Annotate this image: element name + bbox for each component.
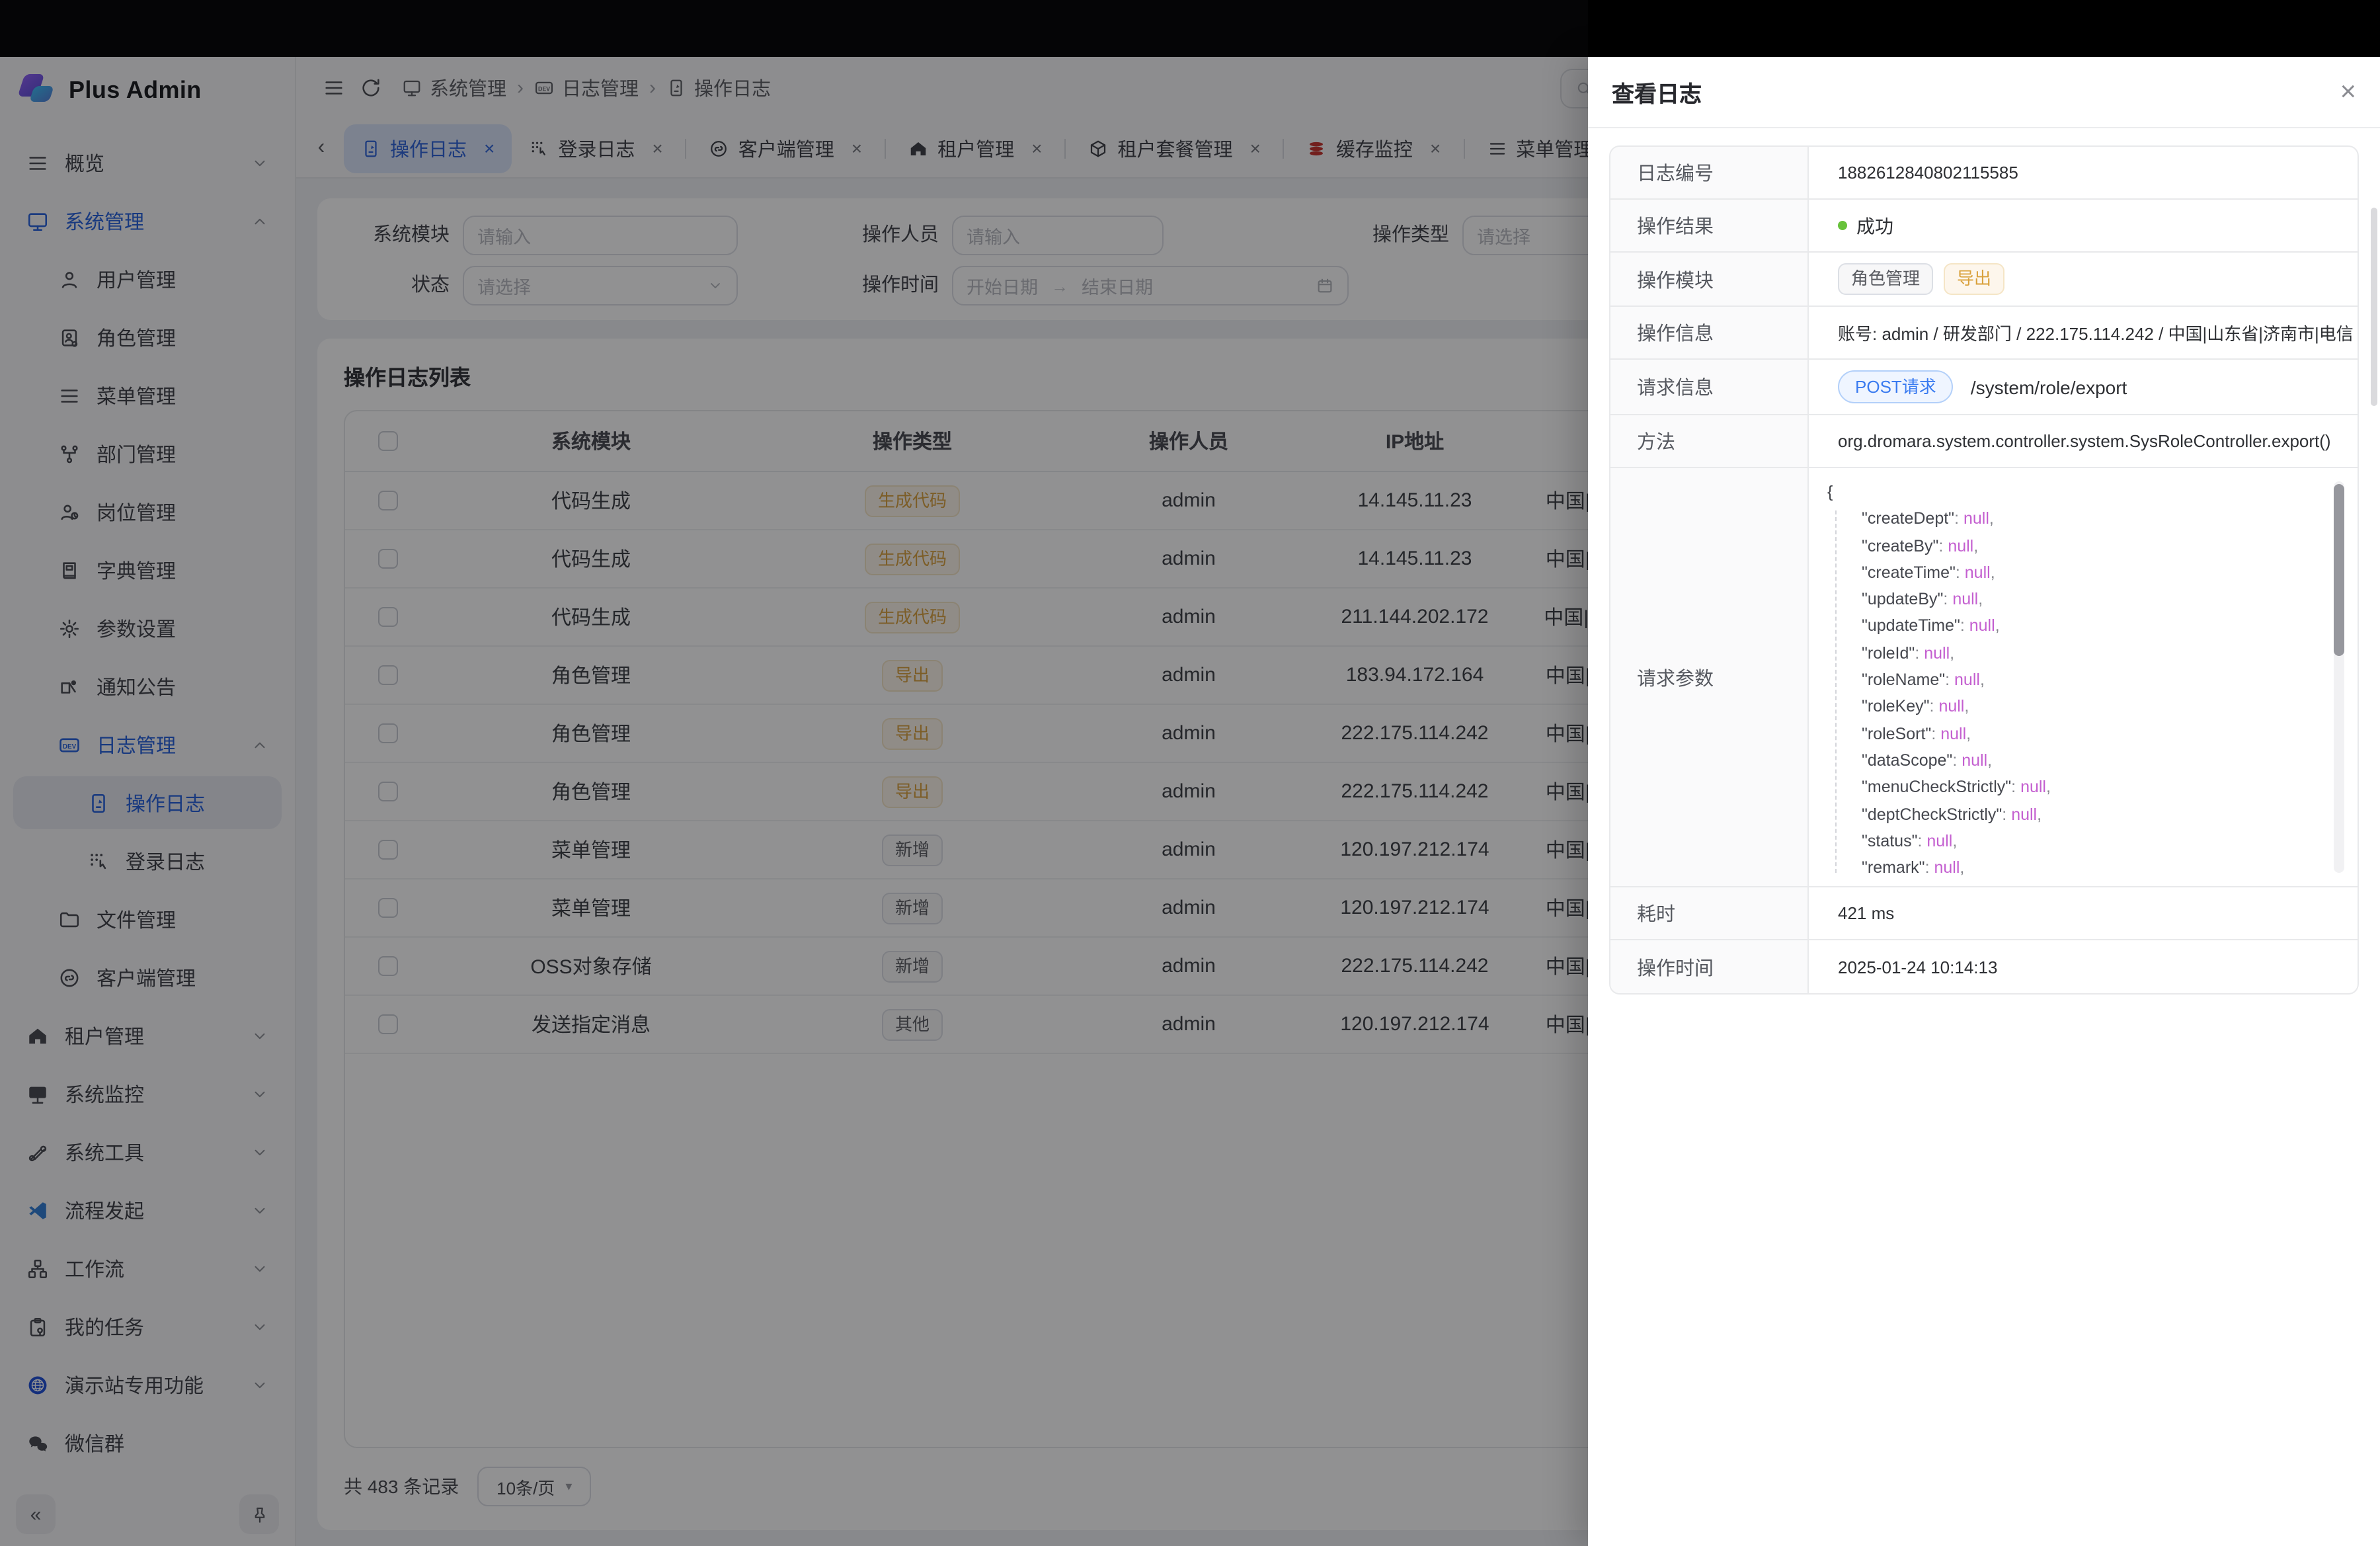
drawer-scrollbar[interactable] — [2371, 208, 2377, 406]
code-line: "dataScope": null, — [1827, 747, 2347, 774]
detail-row-日志编号: 日志编号1882612840802115585 — [1610, 147, 2358, 200]
detail-row-操作时间: 操作时间2025-01-24 10:14:13 — [1610, 940, 2358, 993]
code-line: "createTime": null, — [1827, 559, 2347, 587]
detail-label: 请求信息 — [1610, 360, 1809, 414]
detail-label: 方法 — [1610, 415, 1809, 467]
request-params-code-block[interactable]: {"createDept": null,"createBy": null,"cr… — [1827, 479, 2347, 875]
detail-value: 账号: admin / 研发部门 / 222.175.114.242 / 中国|… — [1809, 307, 2358, 358]
post-method-badge: POST请求 — [1838, 370, 1954, 403]
close-icon[interactable]: × — [2340, 78, 2356, 106]
code-line: "createBy": null, — [1827, 532, 2347, 559]
code-line: "status": null, — [1827, 828, 2347, 855]
code-line: "updateTime": null, — [1827, 613, 2347, 640]
code-line: "roleKey": null, — [1827, 694, 2347, 721]
detail-row-请求信息: 请求信息POST请求/system/role/export — [1610, 360, 2358, 415]
detail-value: 1882612840802115585 — [1809, 147, 2358, 198]
log-detail-table: 日志编号1882612840802115585操作结果成功操作模块角色管理导出操… — [1609, 145, 2359, 995]
drawer-title: 查看日志 — [1612, 75, 1702, 108]
detail-label: 操作时间 — [1610, 940, 1809, 993]
view-log-drawer: 查看日志 × 日志编号1882612840802115585操作结果 成功操作模块… — [1588, 57, 2380, 1546]
detail-label: 操作信息 — [1610, 307, 1809, 358]
drawer-header: 查看日志 × — [1588, 57, 2380, 128]
detail-label: 日志编号 — [1610, 147, 1809, 198]
code-line: "roleName": null, — [1827, 667, 2347, 694]
detail-row-请求参数: 请求参数{"createDept": null,"createBy": null… — [1610, 468, 2358, 887]
detail-row-耗时: 耗时421 ms — [1610, 887, 2358, 940]
detail-row-操作模块: 操作模块角色管理导出 — [1610, 253, 2358, 307]
module-tag: 导出 — [1944, 263, 2004, 295]
code-line: "roleSort": null, — [1827, 720, 2347, 747]
code-line: { — [1827, 479, 2347, 506]
detail-value: 角色管理导出 — [1809, 253, 2358, 305]
detail-label: 操作结果 — [1610, 200, 1809, 251]
detail-value: 2025-01-24 10:14:13 — [1809, 940, 2358, 993]
detail-label: 耗时 — [1610, 887, 1809, 939]
detail-row-方法: 方法org.dromara.system.controller.system.S… — [1610, 415, 2358, 468]
result-text: 成功 — [1856, 212, 1893, 239]
detail-row-操作结果: 操作结果 成功 — [1610, 200, 2358, 253]
code-scrollbar-thumb[interactable] — [2334, 484, 2344, 656]
detail-label: 操作模块 — [1610, 253, 1809, 305]
detail-value: 421 ms — [1809, 887, 2358, 939]
detail-value: org.dromara.system.controller.system.Sys… — [1809, 415, 2358, 467]
detail-value: 成功 — [1809, 200, 2358, 251]
detail-label: 请求参数 — [1610, 468, 1809, 886]
modal-dim-overlay[interactable] — [0, 0, 1588, 1546]
code-line: "remark": null, — [1827, 854, 2347, 875]
drawer-body: 日志编号1882612840802115585操作结果成功操作模块角色管理导出操… — [1588, 128, 2380, 1546]
indent-guide — [1835, 510, 1837, 873]
code-line: "roleId": null, — [1827, 640, 2347, 667]
code-line: "deptCheckStrictly": null, — [1827, 801, 2347, 828]
detail-row-操作信息: 操作信息账号: admin / 研发部门 / 222.175.114.242 /… — [1610, 307, 2358, 360]
screen: Plus Admin 概览系统管理用户管理角色管理菜单管理部门管理岗位管理字典管… — [0, 0, 2380, 1546]
code-line: "createDept": null, — [1827, 506, 2347, 533]
success-dot-icon — [1838, 221, 1847, 230]
code-line: "menuCheckStrictly": null, — [1827, 774, 2347, 801]
detail-value: POST请求/system/role/export — [1809, 360, 2358, 414]
request-path: /system/role/export — [1971, 376, 2127, 397]
module-tag: 角色管理 — [1838, 263, 1933, 295]
detail-value: {"createDept": null,"createBy": null,"cr… — [1809, 468, 2358, 886]
code-line: "updateBy": null, — [1827, 586, 2347, 613]
